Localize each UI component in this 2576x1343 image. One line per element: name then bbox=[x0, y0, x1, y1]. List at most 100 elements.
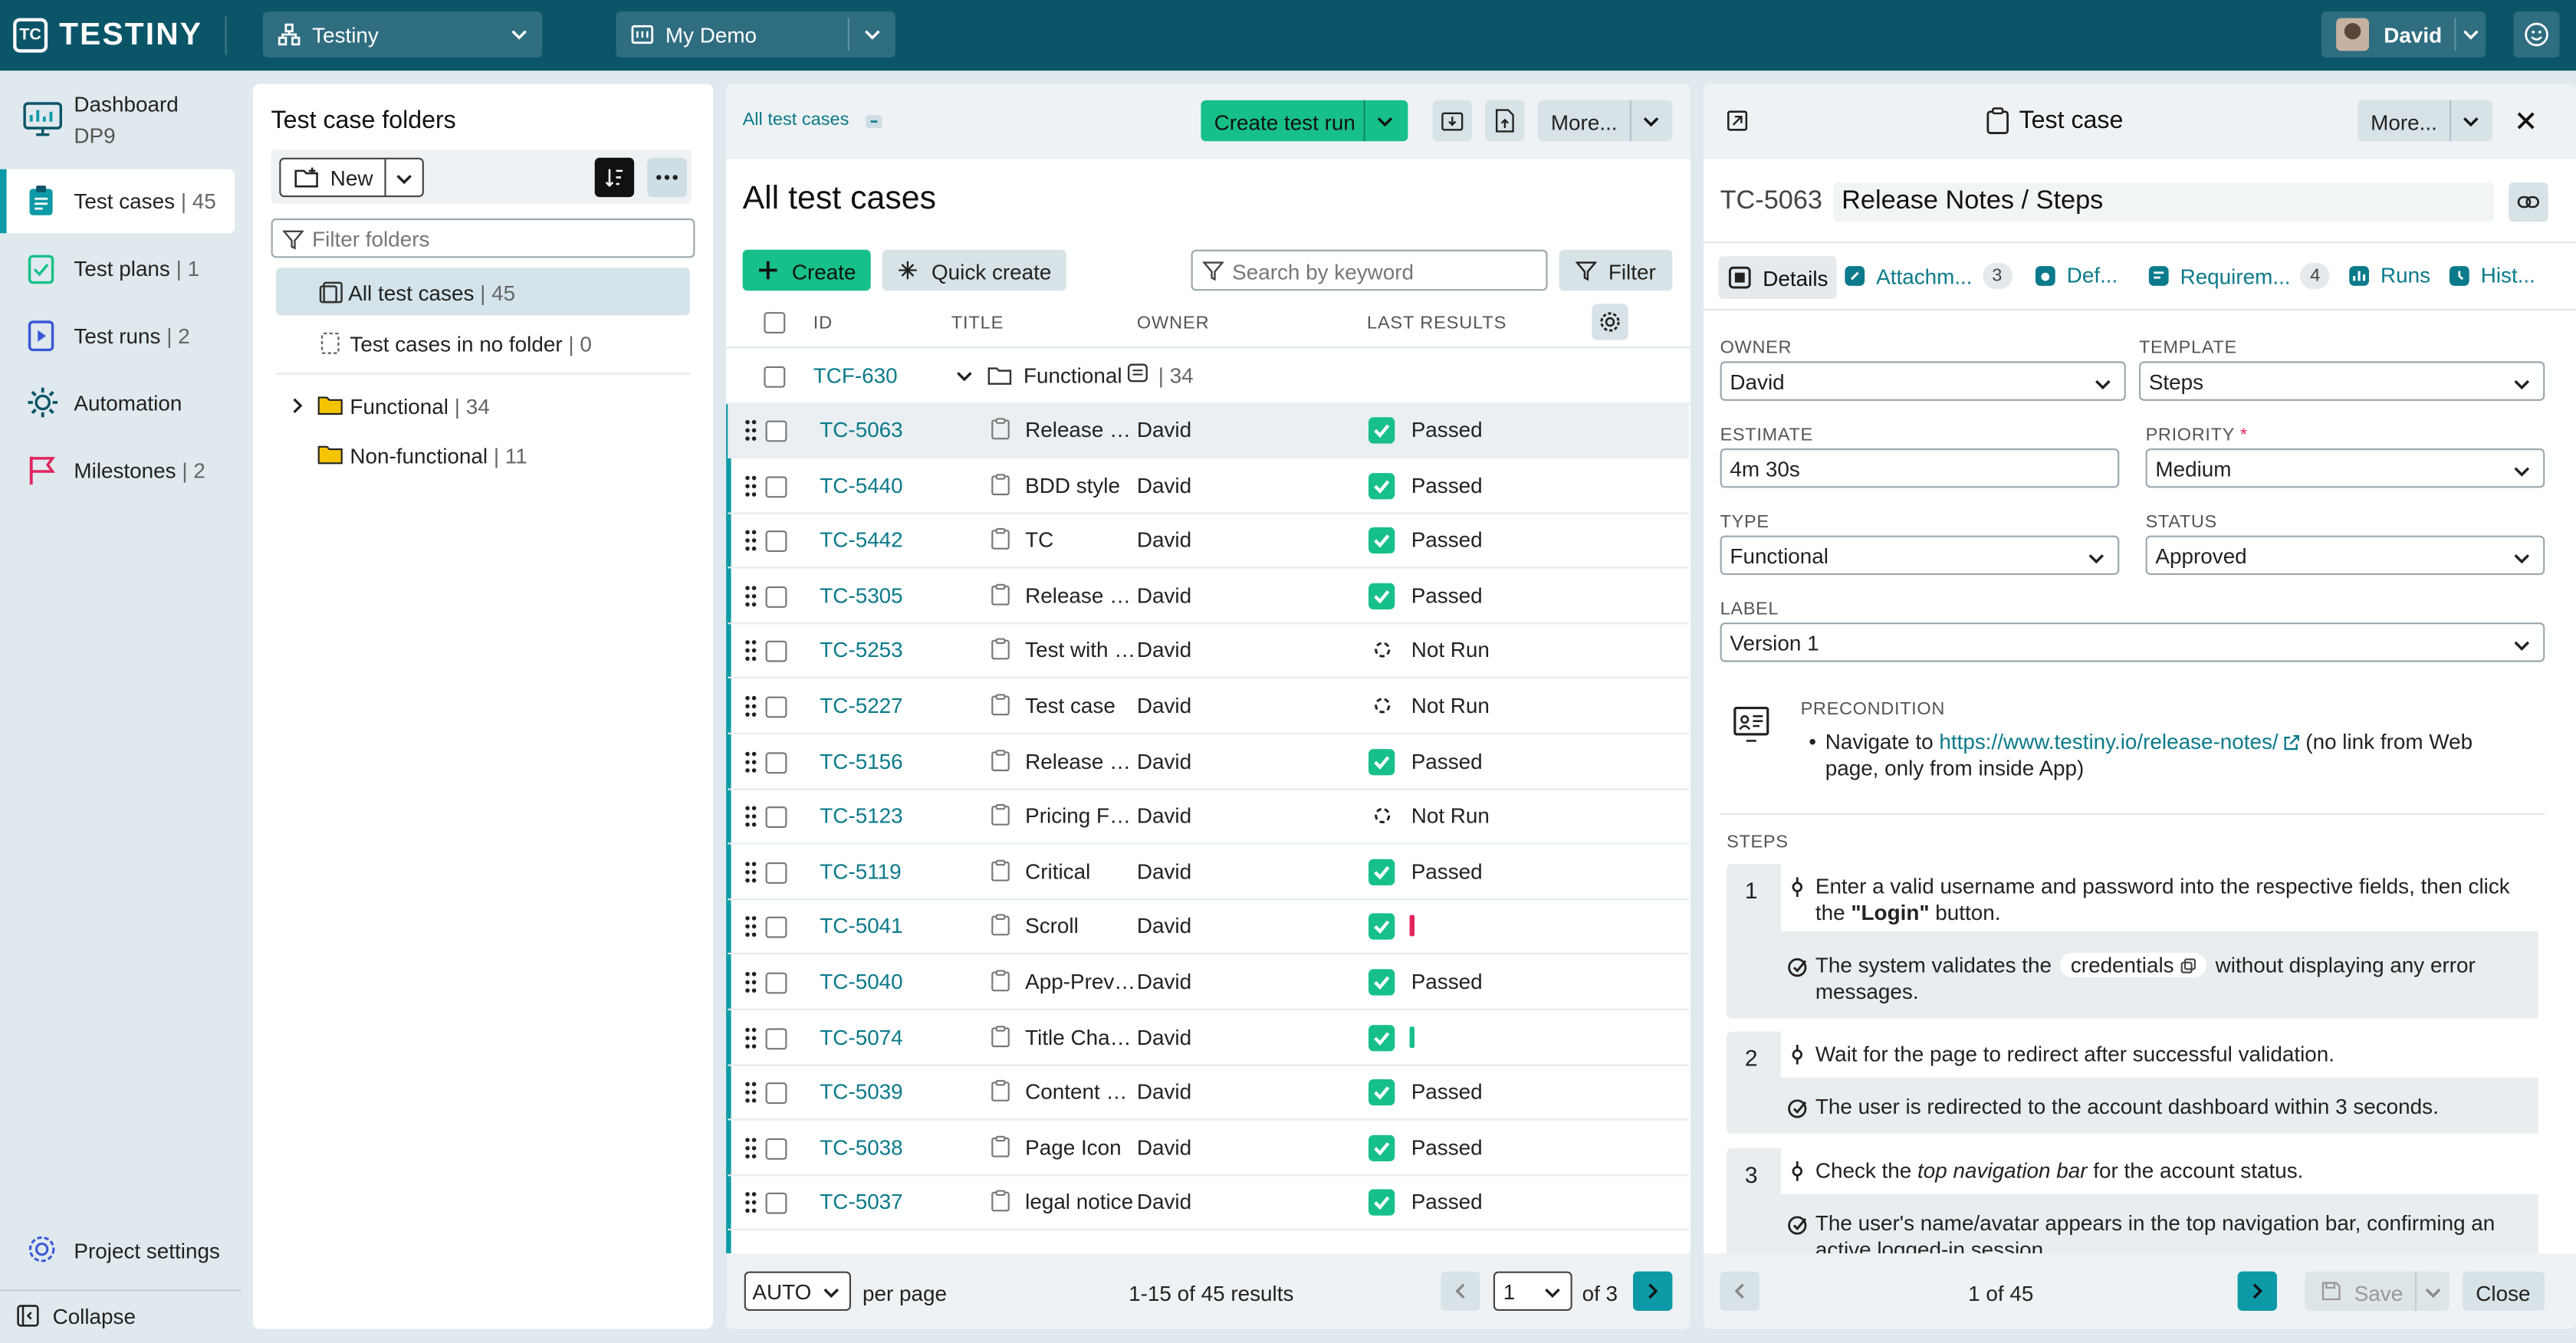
estimate-input[interactable]: 4m 30s bbox=[1720, 448, 2120, 488]
drag-handle-icon[interactable] bbox=[744, 1026, 757, 1049]
case-id-link[interactable]: TC-5123 bbox=[820, 803, 902, 828]
table-row[interactable]: TC-5442 TC David Passed bbox=[728, 513, 1689, 569]
column-header-last-results[interactable]: LAST RESULTS bbox=[1367, 314, 1506, 333]
row-checkbox[interactable] bbox=[765, 972, 787, 994]
next-page-button[interactable] bbox=[1633, 1271, 1673, 1311]
tab-runs[interactable]: Runs bbox=[2348, 263, 2430, 287]
feedback-button[interactable] bbox=[2513, 11, 2560, 57]
label-select[interactable]: Version 1 bbox=[1720, 622, 2545, 662]
row-checkbox[interactable] bbox=[765, 475, 787, 497]
drag-handle-icon[interactable] bbox=[744, 474, 757, 497]
tab-details[interactable]: Details bbox=[1718, 256, 1837, 299]
row-checkbox[interactable] bbox=[765, 696, 787, 718]
collapse-button[interactable]: Collapse bbox=[16, 1302, 213, 1332]
case-id-link[interactable]: TC-5074 bbox=[820, 1024, 902, 1049]
folder-non-functional[interactable]: Non-functional | 11 bbox=[276, 434, 690, 477]
drag-handle-icon[interactable] bbox=[744, 805, 757, 828]
table-row[interactable]: TC-5440 BDD style David Passed bbox=[728, 458, 1689, 514]
case-id-link[interactable]: TC-5038 bbox=[820, 1134, 902, 1159]
row-checkbox[interactable] bbox=[765, 806, 787, 829]
filter-button[interactable]: Filter bbox=[1559, 249, 1673, 291]
create-button[interactable]: Create bbox=[742, 249, 871, 291]
create-test-run-button[interactable]: Create test run bbox=[1201, 100, 1408, 142]
table-row[interactable]: TC-5123 Pricing FeaturesDavid Not Run bbox=[728, 789, 1689, 845]
tab-history[interactable]: Hist... bbox=[2448, 263, 2535, 287]
select-all-checkbox[interactable] bbox=[764, 312, 786, 333]
nav-item-automation[interactable]: Automation bbox=[0, 371, 235, 435]
nav-item-test-cases[interactable]: Test cases | 45 bbox=[0, 169, 235, 234]
row-checkbox[interactable] bbox=[765, 1082, 787, 1105]
template-select[interactable]: Steps bbox=[2139, 361, 2545, 401]
steps-scroll[interactable]: 1 Enter a valid username and password in… bbox=[1704, 858, 2576, 1253]
table-row[interactable]: TC-5037 legal notice David Passed bbox=[728, 1175, 1689, 1231]
close-icon[interactable] bbox=[2515, 110, 2537, 132]
drag-handle-icon[interactable] bbox=[744, 639, 757, 662]
case-id-link[interactable]: TC-5156 bbox=[820, 748, 902, 773]
case-id-link[interactable]: TC-5305 bbox=[820, 583, 902, 607]
row-checkbox[interactable] bbox=[765, 751, 787, 773]
row-checkbox[interactable] bbox=[765, 917, 787, 939]
per-page-select[interactable]: AUTO bbox=[744, 1271, 851, 1311]
status-select[interactable]: Approved bbox=[2145, 535, 2545, 575]
project-selector[interactable]: My Demo bbox=[616, 11, 895, 57]
table-row[interactable]: TC-5074 Title Change David bbox=[728, 1010, 1689, 1066]
save-button[interactable]: Save bbox=[2305, 1271, 2450, 1311]
drag-handle-icon[interactable] bbox=[744, 1191, 757, 1214]
prev-page-button[interactable] bbox=[1441, 1271, 1480, 1311]
tab-attachments[interactable]: Attachm... 3 bbox=[1843, 262, 2013, 290]
folder-no-folder[interactable]: Test cases in no folder | 0 bbox=[276, 322, 690, 365]
quick-create-button[interactable]: Quick create bbox=[882, 249, 1066, 291]
precondition-link[interactable]: https://www.testiny.io/release-notes/ bbox=[1939, 729, 2278, 754]
step-1[interactable]: 1 Enter a valid username and password in… bbox=[1727, 864, 2538, 1019]
row-checkbox[interactable] bbox=[765, 1138, 787, 1160]
next-case-button[interactable] bbox=[2237, 1271, 2277, 1311]
table-row[interactable]: TC-5063 Release Notes / StepsDavid Passed bbox=[728, 402, 1689, 458]
type-select[interactable]: Functional bbox=[1720, 535, 2120, 575]
folder-all-test-cases[interactable]: All test cases | 45 bbox=[276, 268, 690, 316]
step-2[interactable]: 2 Wait for the page to redirect after su… bbox=[1727, 1031, 2538, 1134]
project-settings-link[interactable]: Project settings bbox=[26, 1233, 240, 1266]
case-id-link[interactable]: TC-5253 bbox=[820, 638, 902, 662]
row-checkbox[interactable] bbox=[765, 862, 787, 884]
row-checkbox[interactable] bbox=[765, 1193, 787, 1215]
row-checkbox[interactable] bbox=[765, 420, 787, 442]
table-row[interactable]: TC-5039 Content checkDavid Passed bbox=[728, 1065, 1689, 1121]
case-id-link[interactable]: TC-5442 bbox=[820, 527, 902, 552]
folder-group-row[interactable]: TCF-630 Functional | 34 bbox=[726, 348, 1691, 405]
row-checkbox[interactable] bbox=[765, 1027, 787, 1049]
table-row[interactable]: TC-5227 Test case David Not Run bbox=[728, 678, 1689, 734]
page-select[interactable]: 1 bbox=[1493, 1271, 1572, 1311]
column-header-title[interactable]: TITLE bbox=[951, 314, 1004, 333]
sort-button[interactable] bbox=[594, 157, 635, 198]
drag-handle-icon[interactable] bbox=[744, 1081, 757, 1104]
case-id-link[interactable]: TC-5039 bbox=[820, 1079, 902, 1104]
row-checkbox[interactable] bbox=[765, 530, 787, 553]
column-settings-button[interactable] bbox=[1592, 304, 1628, 340]
more-button[interactable]: More... bbox=[1537, 100, 1673, 142]
table-row[interactable]: TC-5253 Test with stepsDavid Not Run bbox=[728, 623, 1689, 679]
table-row[interactable]: TC-5305 Release notesDavid Passed bbox=[728, 568, 1689, 624]
case-id-link[interactable]: TC-5040 bbox=[820, 969, 902, 993]
breadcrumb[interactable]: All test cases bbox=[743, 110, 849, 130]
column-header-owner[interactable]: OWNER bbox=[1137, 314, 1210, 333]
case-id-link[interactable]: TC-5063 bbox=[820, 417, 902, 442]
drag-handle-icon[interactable] bbox=[744, 529, 757, 552]
row-checkbox[interactable] bbox=[765, 641, 787, 663]
nav-item-test-runs[interactable]: Test runs | 2 bbox=[0, 304, 235, 368]
tab-requirements[interactable]: Requirem... 4 bbox=[2147, 262, 2331, 290]
filter-folders-input[interactable]: Filter folders bbox=[271, 218, 695, 258]
drag-handle-icon[interactable] bbox=[744, 419, 757, 442]
column-header-id[interactable]: ID bbox=[813, 314, 833, 333]
close-button[interactable]: Close bbox=[2463, 1271, 2545, 1311]
folders-more-button[interactable] bbox=[647, 157, 687, 198]
step-3[interactable]: 3 Check the top navigation bar for the a… bbox=[1727, 1148, 2538, 1253]
copy-link-button[interactable] bbox=[2509, 182, 2548, 222]
workspace-selector[interactable]: Testiny bbox=[262, 11, 543, 57]
drag-handle-icon[interactable] bbox=[744, 584, 757, 607]
table-row[interactable]: TC-5040 App-Preview David Passed bbox=[728, 954, 1689, 1010]
case-id-link[interactable]: TC-5037 bbox=[820, 1190, 902, 1214]
credentials-chip[interactable]: credentials bbox=[2061, 953, 2206, 977]
drag-handle-icon[interactable] bbox=[744, 860, 757, 883]
case-id-link[interactable]: TC-5227 bbox=[820, 693, 902, 717]
nav-item-milestones[interactable]: Milestones | 2 bbox=[0, 438, 235, 503]
